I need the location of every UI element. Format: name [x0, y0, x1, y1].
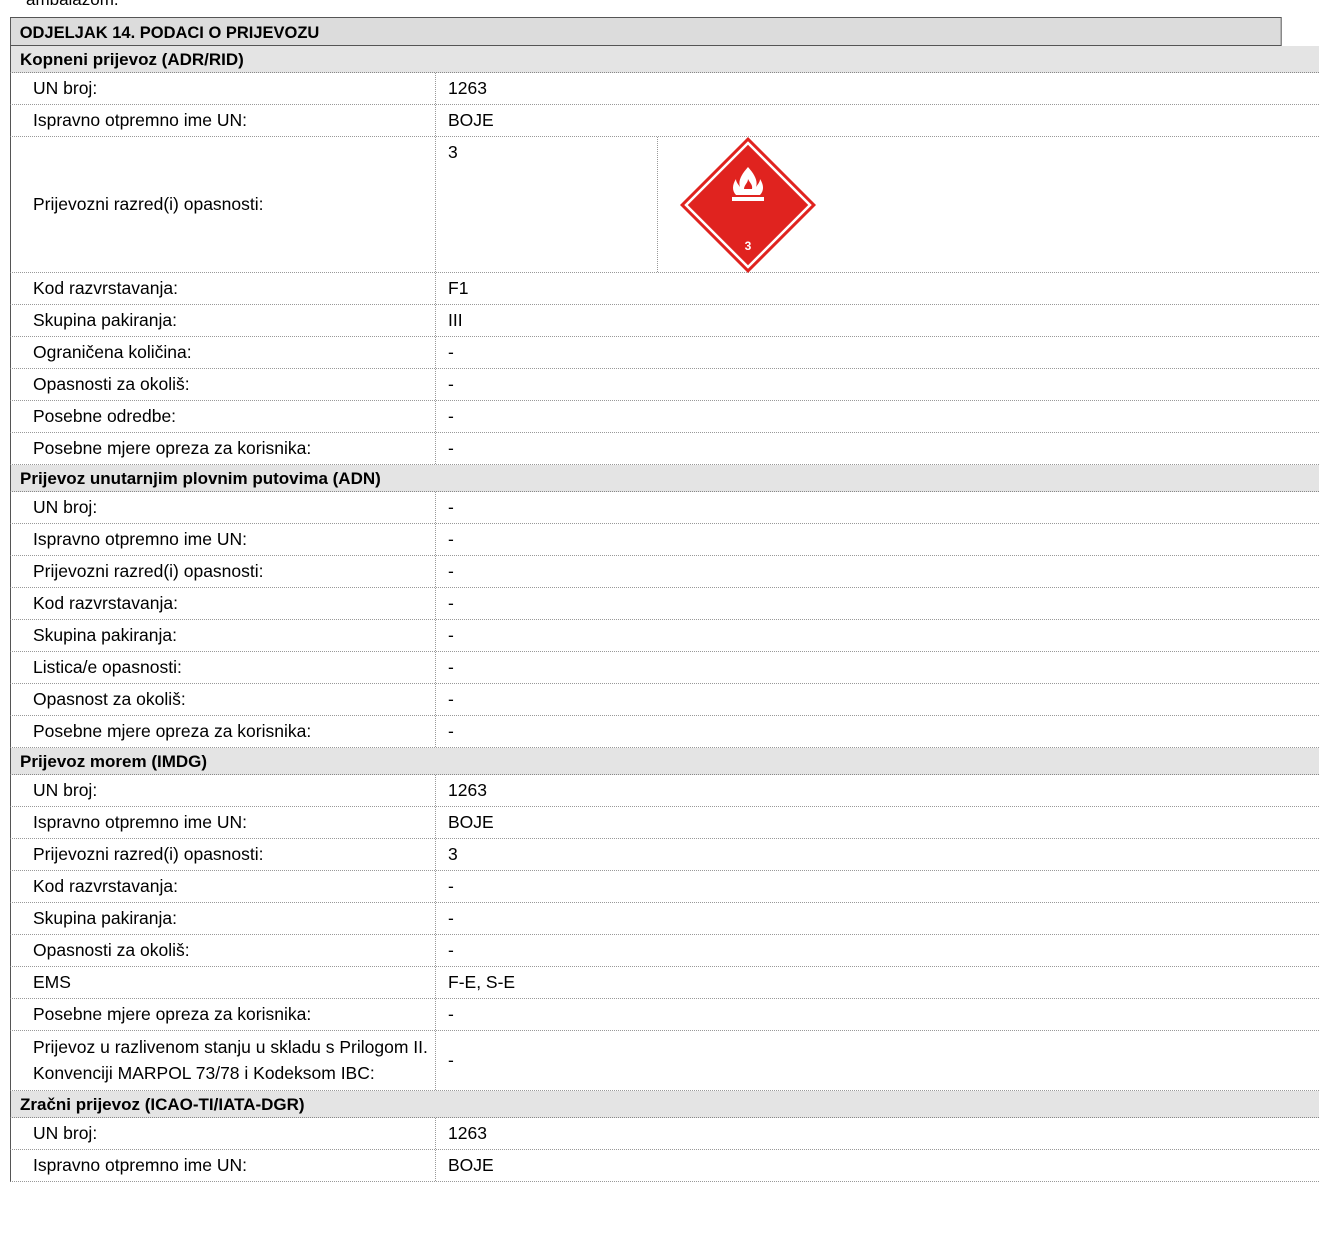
marpol-row: Prijevoz u razlivenom stanju u skladu s … — [10, 1031, 1319, 1091]
row-value: III — [448, 310, 463, 330]
land-transport-header: Kopneni prijevoz (ADR/RID) — [10, 46, 1319, 73]
table-row: UN broj: 1263 — [10, 1118, 1319, 1150]
row-label: Ispravno otpremno ime UN: — [11, 105, 436, 136]
row-label: UN broj: — [11, 1118, 436, 1149]
row-value: - — [448, 876, 454, 896]
row-value: - — [448, 342, 454, 362]
row-label: Ispravno otpremno ime UN: — [11, 1150, 436, 1181]
sea-transport-header: Prijevoz morem (IMDG) — [10, 748, 1319, 775]
row-label: Opasnosti za okoliš: — [11, 935, 436, 966]
row-label: Kod razvrstavanja: — [11, 871, 436, 902]
table-row: Prijevozni razred(i) opasnosti: - — [10, 556, 1319, 588]
row-value: - — [448, 561, 454, 581]
row-label: Skupina pakiranja: — [11, 903, 436, 934]
table-row: Opasnost za okoliš: - — [10, 684, 1319, 716]
row-label: Ispravno otpremno ime UN: — [11, 524, 436, 555]
cut-off-text: ambalažom. — [26, 0, 119, 10]
row-value: - — [448, 721, 454, 741]
hazard-class-row: Prijevozni razred(i) opasnosti: 3 3 — [10, 137, 1319, 273]
table-row: Opasnosti za okoliš: - — [10, 369, 1319, 401]
row-label: Skupina pakiranja: — [11, 305, 436, 336]
row-label: Skupina pakiranja: — [11, 620, 436, 651]
table-row: Posebne odredbe: - — [10, 401, 1319, 433]
transport-info-section: ODJELJAK 14. PODACI O PRIJEVOZU Kopneni … — [10, 17, 1319, 1182]
row-label: Posebne mjere opreza za korisnika: — [11, 999, 436, 1030]
row-label: Posebne odredbe: — [11, 401, 436, 432]
row-label: UN broj: — [11, 775, 436, 806]
row-label: Prijevozni razred(i) opasnosti: — [11, 556, 436, 587]
row-label: Ograničena količina: — [11, 337, 436, 368]
row-label: Opasnosti za okoliš: — [11, 369, 436, 400]
table-row: Ispravno otpremno ime UN: - — [10, 524, 1319, 556]
row-value: BOJE — [448, 1155, 494, 1175]
row-value: - — [448, 1050, 454, 1070]
table-row: Posebne mjere opreza za korisnika: - — [10, 433, 1319, 465]
row-label: Posebne mjere opreza za korisnika: — [11, 433, 436, 464]
table-row: Skupina pakiranja: - — [10, 620, 1319, 652]
row-value: - — [448, 497, 454, 517]
row-value: - — [448, 406, 454, 426]
table-row: Posebne mjere opreza za korisnika: - — [10, 999, 1319, 1031]
row-label: Opasnost za okoliš: — [11, 684, 436, 715]
row-label: Listica/e opasnosti: — [11, 652, 436, 683]
table-row: Ispravno otpremno ime UN: BOJE — [10, 807, 1319, 839]
row-value: - — [448, 593, 454, 613]
table-row: Ograničena količina: - — [10, 337, 1319, 369]
table-row: UN broj: - — [10, 492, 1319, 524]
section-title: ODJELJAK 14. PODACI O PRIJEVOZU — [10, 17, 1282, 46]
table-row: Skupina pakiranja: III — [10, 305, 1319, 337]
row-label: Prijevozni razred(i) opasnosti: — [11, 137, 436, 272]
row-label: UN broj: — [11, 492, 436, 523]
table-row: Listica/e opasnosti: - — [10, 652, 1319, 684]
table-row: EMS F-E, S-E — [10, 967, 1319, 999]
table-row: Kod razvrstavanja: - — [10, 588, 1319, 620]
air-transport-header: Zračni prijevoz (ICAO-TI/IATA-DGR) — [10, 1091, 1319, 1118]
row-label: Posebne mjere opreza za korisnika: — [11, 716, 436, 747]
row-value: - — [448, 908, 454, 928]
row-value: 1263 — [448, 780, 487, 800]
table-row: Ispravno otpremno ime UN: BOJE — [10, 1150, 1319, 1182]
row-label: Kod razvrstavanja: — [11, 273, 436, 304]
pictogram-number: 3 — [745, 239, 752, 253]
table-row: Kod razvrstavanja: F1 — [10, 273, 1319, 305]
row-label: EMS — [11, 967, 436, 998]
row-value: - — [448, 625, 454, 645]
row-value: F-E, S-E — [448, 972, 516, 992]
row-value: 3 — [448, 844, 458, 864]
row-value: - — [448, 529, 454, 549]
row-label: UN broj: — [11, 73, 436, 104]
flammable-liquid-pictogram: 3 — [678, 137, 818, 273]
row-value: - — [448, 374, 454, 394]
row-value: 1263 — [448, 1123, 487, 1143]
row-value: BOJE — [448, 812, 494, 832]
table-row: Opasnosti za okoliš: - — [10, 935, 1319, 967]
pictogram-cell: 3 — [658, 137, 1319, 273]
row-label: Prijevoz u razlivenom stanju u skladu s … — [11, 1031, 436, 1090]
table-row: UN broj: 1263 — [10, 73, 1319, 105]
row-value: - — [448, 940, 454, 960]
table-row: Prijevozni razred(i) opasnosti: 3 — [10, 839, 1319, 871]
row-label: Prijevozni razred(i) opasnosti: — [11, 839, 436, 870]
row-value: - — [448, 657, 454, 677]
row-value: F1 — [448, 278, 469, 298]
row-value: 3 3 — [436, 137, 1319, 273]
row-value: - — [448, 438, 454, 458]
inland-transport-header: Prijevoz unutarnjim plovnim putovima (AD… — [10, 465, 1319, 492]
row-label: Kod razvrstavanja: — [11, 588, 436, 619]
hazard-class-value: 3 — [436, 137, 658, 272]
row-value: 1263 — [448, 78, 487, 98]
row-value: - — [448, 689, 454, 709]
table-row: Posebne mjere opreza za korisnika: - — [10, 716, 1319, 748]
row-value: BOJE — [448, 110, 494, 130]
table-row: UN broj: 1263 — [10, 775, 1319, 807]
table-row: Kod razvrstavanja: - — [10, 871, 1319, 903]
row-value: - — [448, 1004, 454, 1024]
table-row: Ispravno otpremno ime UN: BOJE — [10, 105, 1319, 137]
table-row: Skupina pakiranja: - — [10, 903, 1319, 935]
row-label: Ispravno otpremno ime UN: — [11, 807, 436, 838]
